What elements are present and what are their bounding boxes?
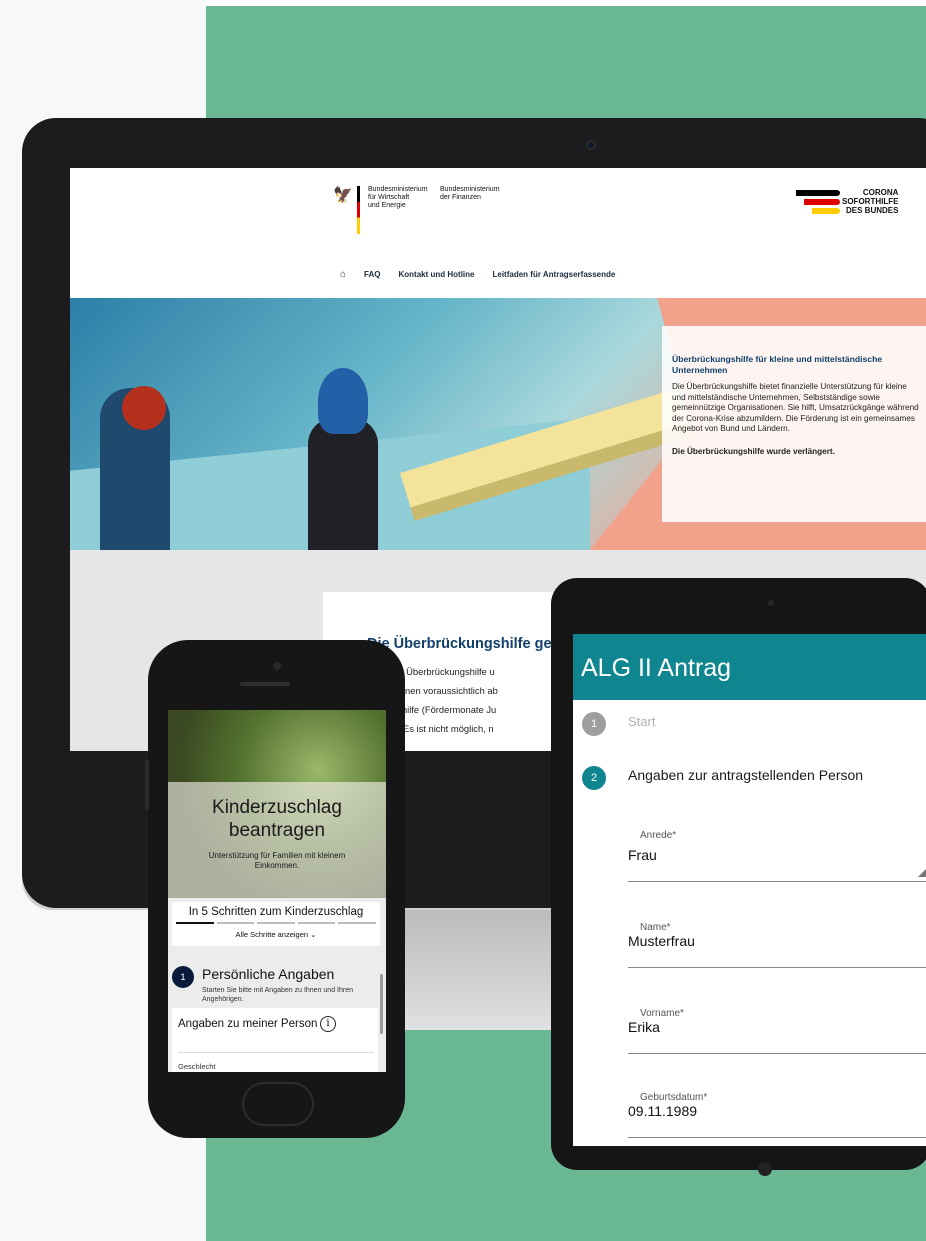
eagle-icon: 🦅 (333, 187, 353, 204)
person-card-title: Angaben zu meiner Person (178, 1018, 318, 1030)
composite-stage: 🦅 Bundesministerium für Wirtschaft und E… (0, 0, 926, 1241)
phone-scrollbar[interactable] (380, 974, 383, 1034)
step-2-badge[interactable]: 2 (582, 766, 606, 790)
hero-info-text: Die Überbrückungshilfe bietet finanziell… (672, 382, 919, 434)
hero-info-box: Überbrückungshilfe für kleine und mittel… (662, 326, 926, 522)
logo-stripe-black (796, 190, 840, 196)
show-all-steps-label: Alle Schritte anzeigen (235, 930, 309, 939)
phone-speaker (240, 682, 290, 686)
steps-progress (176, 922, 376, 924)
phone-home-button[interactable] (242, 1082, 314, 1126)
webcam-icon (586, 140, 596, 150)
corona-soforthilfe-logo[interactable]: CORONA SOFORTHILFE DES BUNDES (796, 188, 918, 226)
step-bar (216, 922, 255, 924)
hero-person-right (308, 418, 378, 550)
step-bar (176, 922, 214, 924)
hero-info-strong: Die Überbrückungshilfe wurde verlängert. (672, 446, 835, 456)
app-title: ALG II Antrag (581, 654, 732, 682)
last-name-value: Musterfrau (628, 933, 695, 949)
salutation-select[interactable]: Anrede* Frau (628, 830, 926, 882)
ministry-finance: Bundesministerium der Finanzen (440, 186, 500, 201)
phone-page-title: Kinderzuschlag beantragen (212, 797, 342, 841)
last-name-label: Name* (640, 922, 671, 933)
first-name-value: Erika (628, 1019, 660, 1035)
step-title: Persönliche Angaben (202, 966, 335, 982)
ministry-economy: Bundesministerium für Wirtschaft und Ene… (368, 186, 428, 209)
nav-guide[interactable]: Leitfaden für Antragserfassende (493, 270, 616, 279)
corona-logo-text: CORONA SOFORTHILFE DES BUNDES (842, 188, 899, 215)
tablet-screen: ALG II Antrag 1 Start 2 Angaben zur antr… (573, 634, 926, 1146)
birthdate-value: 09.11.1989 (628, 1103, 698, 1119)
hero-person-right-head (318, 368, 368, 434)
phone-screen: Kinderzuschlag beantragen Unterstützung … (168, 710, 386, 1072)
app-header: ALG II Antrag (573, 634, 926, 700)
hero-person-left-head (122, 386, 166, 430)
logo-stripe-gold (812, 208, 840, 214)
last-name-field[interactable]: Name* Musterfrau (628, 922, 926, 968)
step-number-badge: 1 (172, 966, 194, 988)
step-bar (338, 922, 376, 924)
steps-title: In 5 Schritten zum Kinderzuschlag (188, 906, 364, 918)
birthdate-label: Geburtsdatum* (640, 1092, 708, 1103)
show-all-steps-link[interactable]: Alle Schritte anzeigen ⌄ (172, 930, 380, 939)
nav-contact[interactable]: Kontakt und Hotline (399, 270, 475, 279)
tablet-camera-icon (768, 600, 774, 606)
salutation-value: Frau (628, 847, 657, 863)
salutation-label: Anrede* (640, 830, 677, 841)
step-2-label[interactable]: Angaben zur antragstellenden Person (628, 767, 863, 783)
birthdate-field[interactable]: Geburtsdatum* 09.11.1989 (628, 1092, 926, 1138)
government-logo[interactable]: 🦅 Bundesministerium für Wirtschaft und E… (333, 186, 504, 234)
step-description: Starten Sie bitte mit Angaben zu Ihnen u… (202, 987, 353, 1003)
phone-side-button (145, 760, 149, 810)
tablet-home-button[interactable] (758, 1162, 772, 1176)
phone-page-subtitle: Unterstützung für Familien mit kleinem E… (208, 851, 346, 870)
first-name-field[interactable]: Vorname* Erika (628, 1008, 926, 1054)
hero-info-title: Überbrückungshilfe für kleine und mittel… (672, 354, 883, 375)
step-bar (257, 922, 295, 924)
first-name-label: Vorname* (640, 1008, 684, 1019)
home-icon[interactable]: ⌂ (340, 269, 346, 280)
step-1-badge[interactable]: 1 (582, 712, 606, 736)
nav-faq[interactable]: FAQ (364, 270, 380, 279)
person-details-card: Angaben zu meiner Person i Geschlecht (172, 1008, 378, 1072)
dropdown-arrow-icon (918, 867, 926, 877)
step-1-label[interactable]: Start (628, 714, 655, 729)
step-bar (297, 922, 336, 924)
gender-field-label: Geschlecht (178, 1062, 216, 1071)
phone-camera-icon (273, 662, 281, 670)
flag-bar (357, 186, 360, 234)
divider (178, 1052, 374, 1053)
logo-stripe-red (804, 199, 840, 205)
steps-card: In 5 Schritten zum Kinderzuschlag Alle S… (172, 902, 380, 946)
chevron-down-icon: ⌄ (310, 930, 317, 939)
monitor-stand (380, 900, 580, 1030)
main-navigation: ⌂ FAQ Kontakt und Hotline Leitfaden für … (340, 269, 615, 280)
info-icon[interactable]: i (320, 1016, 336, 1032)
